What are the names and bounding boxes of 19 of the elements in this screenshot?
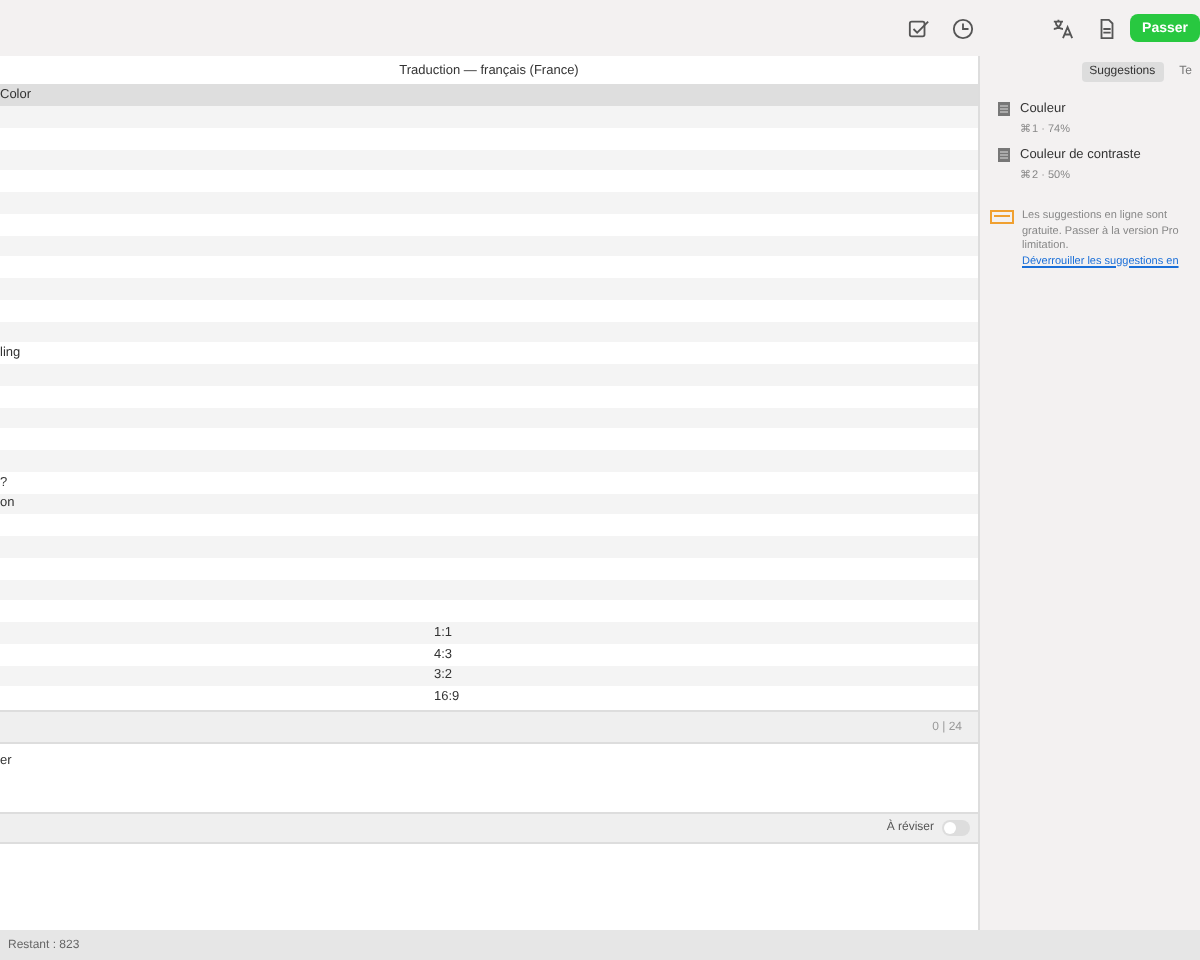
- table-row[interactable]: [0, 278, 978, 300]
- table-row[interactable]: [0, 192, 978, 214]
- table-row[interactable]: [0, 106, 978, 128]
- table-row[interactable]: [0, 407, 978, 429]
- table-row[interactable]: [0, 235, 978, 257]
- table-row[interactable]: [0, 364, 978, 386]
- document-icon[interactable]: [1096, 17, 1119, 39]
- table-row[interactable]: [0, 149, 978, 171]
- table-row[interactable]: [0, 579, 978, 601]
- review-toggle[interactable]: [942, 820, 970, 836]
- document-icon: [998, 102, 1010, 116]
- table-row[interactable]: [0, 321, 978, 343]
- table-row[interactable]: [0, 536, 978, 558]
- clock-icon[interactable]: [952, 17, 975, 39]
- document-icon: [998, 148, 1010, 162]
- table-row[interactable]: [0, 450, 978, 472]
- notice-icon: [990, 210, 1014, 224]
- checkbox-icon[interactable]: [908, 17, 931, 39]
- translate-icon[interactable]: [1052, 17, 1075, 39]
